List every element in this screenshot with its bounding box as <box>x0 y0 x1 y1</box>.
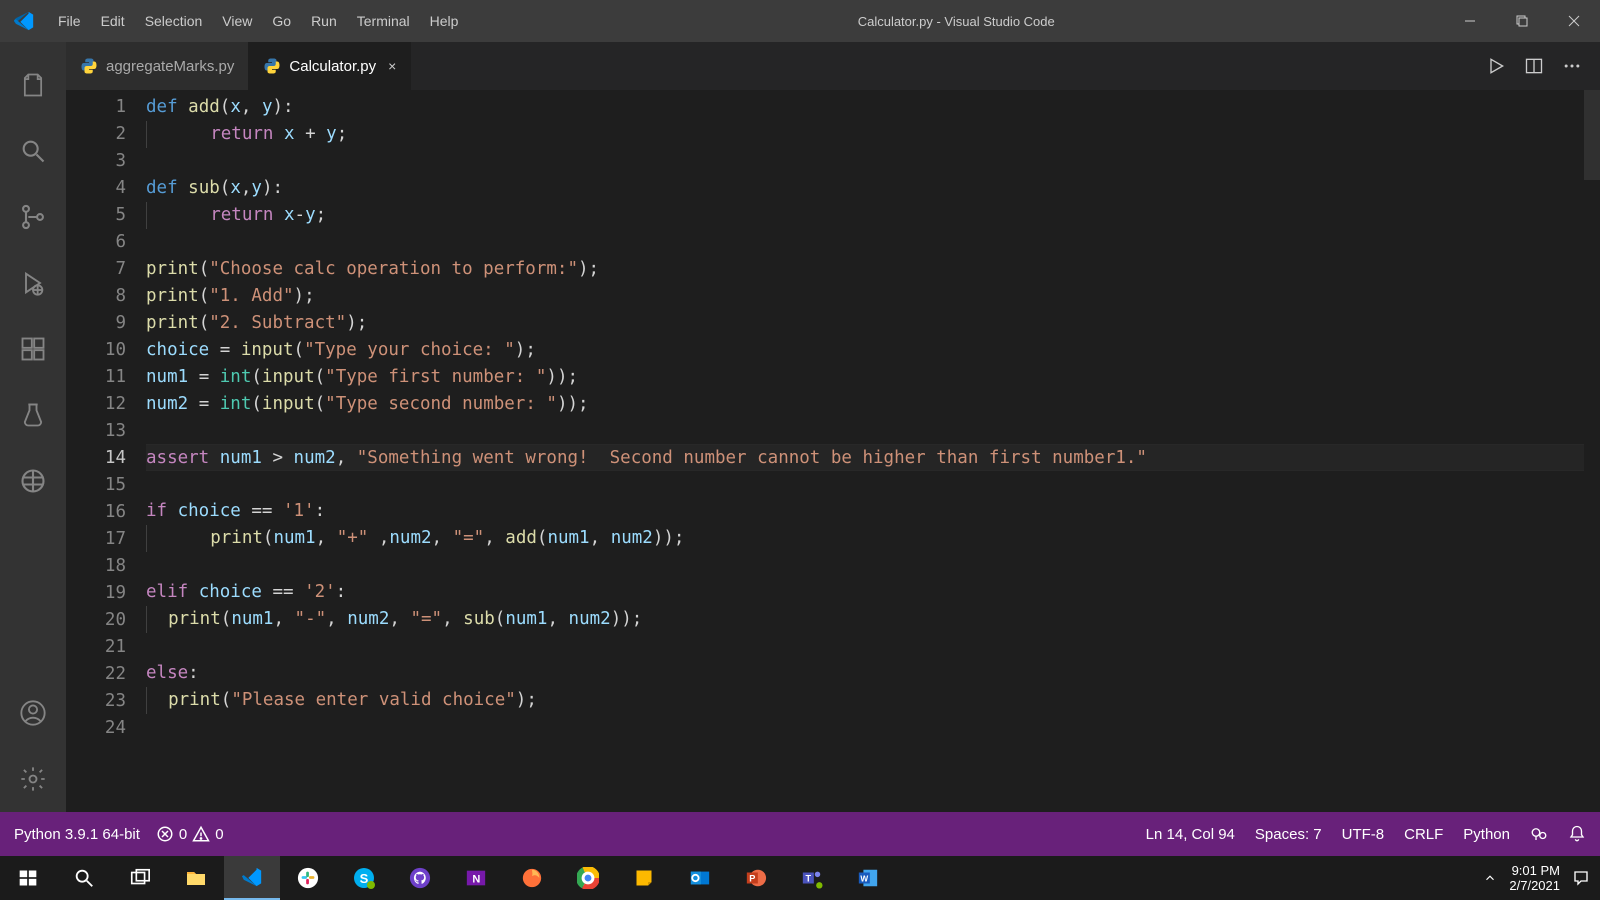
menu-file[interactable]: File <box>48 5 91 37</box>
close-button[interactable] <box>1548 0 1600 42</box>
tab-label: aggregateMarks.py <box>106 58 234 75</box>
window-title: Calculator.py - Visual Studio Code <box>468 14 1444 29</box>
task-view-icon[interactable] <box>112 856 168 900</box>
svg-text:N: N <box>472 874 480 886</box>
search-icon[interactable] <box>0 118 66 184</box>
github-taskbar-icon[interactable] <box>392 856 448 900</box>
menu-selection[interactable]: Selection <box>135 5 213 37</box>
menu-help[interactable]: Help <box>420 5 469 37</box>
teams-taskbar-icon[interactable]: T <box>784 856 840 900</box>
tabs-bar: aggregateMarks.py Calculator.py × <box>66 42 1600 90</box>
start-button[interactable] <box>0 856 56 900</box>
minimap[interactable] <box>1584 90 1600 812</box>
menu-bar: File Edit Selection View Go Run Terminal… <box>48 5 468 37</box>
powerpoint-taskbar-icon[interactable]: P <box>728 856 784 900</box>
menu-terminal[interactable]: Terminal <box>347 5 420 37</box>
cursor-position[interactable]: Ln 14, Col 94 <box>1146 826 1235 843</box>
svg-text:P: P <box>749 874 755 884</box>
windows-taskbar: S N P T W 9:01 PM 2/7/2021 <box>0 856 1600 900</box>
system-tray: 9:01 PM 2/7/2021 <box>1483 863 1600 893</box>
editor-actions <box>1486 42 1600 90</box>
testing-icon[interactable] <box>0 382 66 448</box>
activity-bar <box>0 42 66 812</box>
error-count: 0 <box>179 826 187 843</box>
warning-count: 0 <box>215 826 223 843</box>
eol[interactable]: CRLF <box>1404 826 1443 843</box>
explorer-icon[interactable] <box>0 52 66 118</box>
editor-area[interactable]: 123456789101112131415161718192021222324 … <box>66 90 1600 812</box>
close-tab-icon[interactable]: × <box>388 58 396 74</box>
language-mode[interactable]: Python <box>1463 826 1510 843</box>
more-actions-icon[interactable] <box>1562 56 1582 76</box>
tab-calculator[interactable]: Calculator.py × <box>249 42 411 90</box>
menu-view[interactable]: View <box>212 5 262 37</box>
accounts-icon[interactable] <box>0 680 66 746</box>
minimize-button[interactable] <box>1444 0 1496 42</box>
menu-run[interactable]: Run <box>301 5 347 37</box>
action-center-icon[interactable] <box>1572 869 1590 887</box>
problems-indicator[interactable]: 0 0 <box>156 825 224 843</box>
sticky-notes-taskbar-icon[interactable] <box>616 856 672 900</box>
remote-icon[interactable] <box>0 448 66 514</box>
line-number-gutter: 123456789101112131415161718192021222324 <box>66 90 146 812</box>
vscode-logo-icon <box>0 10 48 32</box>
menu-go[interactable]: Go <box>262 5 301 37</box>
word-taskbar-icon[interactable]: W <box>840 856 896 900</box>
tray-chevron-icon[interactable] <box>1483 871 1497 885</box>
tab-label: Calculator.py <box>289 58 376 75</box>
source-control-icon[interactable] <box>0 184 66 250</box>
notifications-icon[interactable] <box>1568 825 1586 843</box>
slack-taskbar-icon[interactable] <box>280 856 336 900</box>
encoding[interactable]: UTF-8 <box>1342 826 1385 843</box>
run-file-icon[interactable] <box>1486 56 1506 76</box>
clock[interactable]: 9:01 PM 2/7/2021 <box>1509 863 1560 893</box>
title-bar: File Edit Selection View Go Run Terminal… <box>0 0 1600 42</box>
feedback-icon[interactable] <box>1530 825 1548 843</box>
onenote-taskbar-icon[interactable]: N <box>448 856 504 900</box>
svg-text:T: T <box>806 874 812 884</box>
outlook-taskbar-icon[interactable] <box>672 856 728 900</box>
time: 9:01 PM <box>1509 863 1560 878</box>
code-content[interactable]: def add(x, y): return x + y;def sub(x,y)… <box>146 90 1600 812</box>
chrome-taskbar-icon[interactable] <box>560 856 616 900</box>
status-bar: Python 3.9.1 64-bit 0 0 Ln 14, Col 94 Sp… <box>0 812 1600 856</box>
file-explorer-taskbar-icon[interactable] <box>168 856 224 900</box>
python-file-icon <box>80 57 98 75</box>
extensions-icon[interactable] <box>0 316 66 382</box>
tab-aggregatemarks[interactable]: aggregateMarks.py <box>66 42 249 90</box>
firefox-taskbar-icon[interactable] <box>504 856 560 900</box>
menu-edit[interactable]: Edit <box>91 5 135 37</box>
split-editor-icon[interactable] <box>1524 56 1544 76</box>
python-file-icon <box>263 57 281 75</box>
minimap-slider[interactable] <box>1584 90 1600 180</box>
python-interpreter[interactable]: Python 3.9.1 64-bit <box>14 826 140 843</box>
settings-gear-icon[interactable] <box>0 746 66 812</box>
svg-text:W: W <box>860 875 868 884</box>
search-taskbar-icon[interactable] <box>56 856 112 900</box>
run-debug-icon[interactable] <box>0 250 66 316</box>
vscode-taskbar-icon[interactable] <box>224 856 280 900</box>
date: 2/7/2021 <box>1509 878 1560 893</box>
indentation[interactable]: Spaces: 7 <box>1255 826 1322 843</box>
window-controls <box>1444 0 1600 42</box>
skype-taskbar-icon[interactable]: S <box>336 856 392 900</box>
maximize-button[interactable] <box>1496 0 1548 42</box>
